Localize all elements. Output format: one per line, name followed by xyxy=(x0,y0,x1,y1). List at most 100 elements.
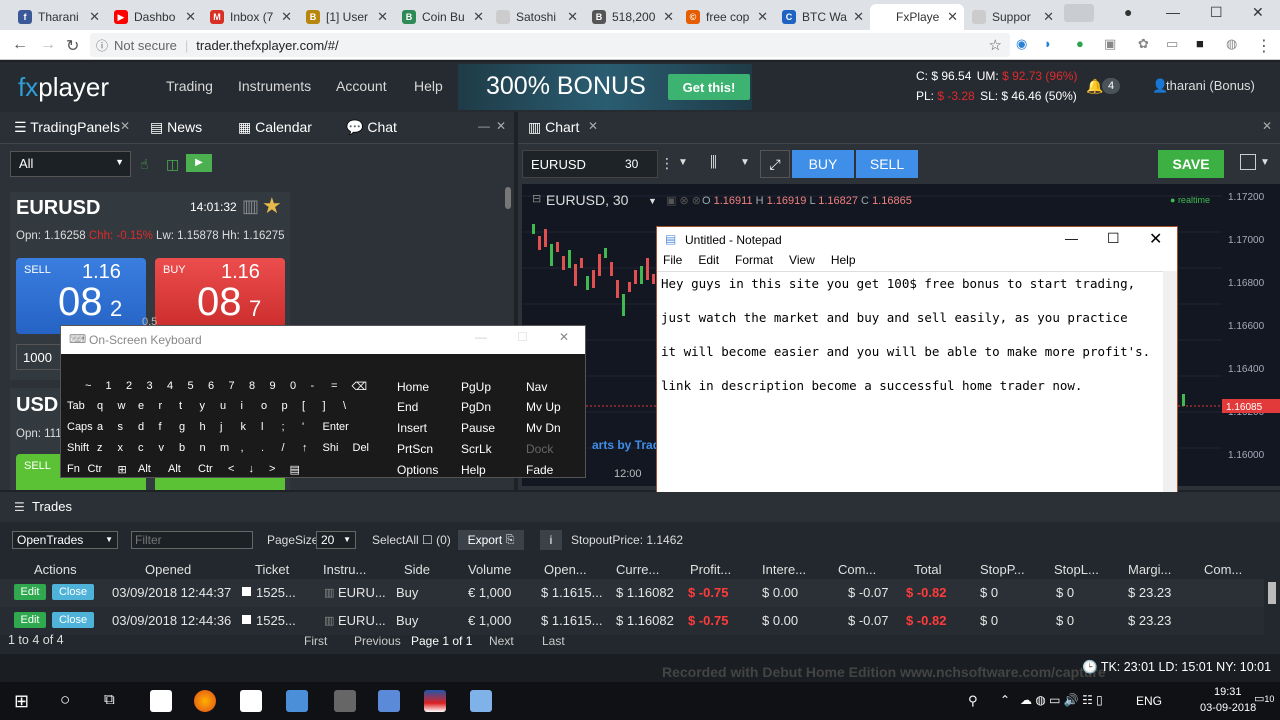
notepad-textarea[interactable]: Hey guys in this site you get 100$ free … xyxy=(657,271,1163,513)
column-header[interactable]: Instru... xyxy=(323,562,366,577)
scrollbar-thumb[interactable] xyxy=(505,187,511,209)
osk-key[interactable]: 3 xyxy=(147,380,153,392)
extension-icon-3[interactable]: ● xyxy=(1076,36,1084,51)
browser-tab[interactable]: Suppor ✕ xyxy=(966,4,1060,30)
osk-key[interactable]: ] xyxy=(323,400,326,412)
osk-nav-key[interactable]: ScrLk xyxy=(461,442,492,456)
osk-key[interactable]: c xyxy=(138,442,144,454)
tab-close-icon[interactable]: ✕ xyxy=(663,9,674,25)
trades-mode-select[interactable]: OpenTrades ▼ xyxy=(12,531,118,549)
legend-settings-icon[interactable]: ▣ ⊗ ⊗ xyxy=(666,194,701,207)
extension-icon-6[interactable]: ▭ xyxy=(1166,36,1178,52)
menu-instruments[interactable]: Instruments xyxy=(238,78,311,94)
osk-key[interactable]: y xyxy=(200,400,206,412)
osk-nav-key[interactable]: PgDn xyxy=(461,400,491,414)
osk-nav-key[interactable]: Nav xyxy=(526,380,547,394)
star-icon[interactable]: ★ xyxy=(262,193,282,219)
trades-scrollbar[interactable] xyxy=(1268,582,1276,604)
forward-icon[interactable]: → xyxy=(40,36,56,54)
osk-maximize-icon[interactable]: ☐ xyxy=(517,330,528,344)
browser-tab[interactable]: M Inbox (7 ✕ xyxy=(204,4,298,30)
browser-tab[interactable]: B 518,200 ✕ xyxy=(586,4,680,30)
osk-key[interactable]: 1 xyxy=(106,380,112,392)
osk-key[interactable]: Tab xyxy=(67,400,85,412)
export-button[interactable]: Export ⎘ xyxy=(458,530,524,550)
browser-tab[interactable]: B [1] User ✕ xyxy=(300,4,394,30)
osk-key[interactable]: v xyxy=(159,442,165,454)
reload-icon[interactable]: ↻ xyxy=(66,36,79,56)
notepad-taskbar-icon[interactable] xyxy=(470,690,492,712)
chart-tab-close-icon[interactable]: ✕ xyxy=(588,119,598,133)
minimize-icon[interactable]: — xyxy=(1166,4,1180,20)
user-name[interactable]: tharani (Bonus) xyxy=(1166,78,1255,93)
back-icon[interactable]: ← xyxy=(12,36,28,54)
extension-icon-8[interactable]: ◍ xyxy=(1226,36,1237,52)
pager-previous[interactable]: Previous xyxy=(354,634,401,648)
close-trade-button[interactable]: Close xyxy=(52,584,94,600)
notepad-titlebar[interactable]: ▤ Untitled - Notepad — ☐ ✕ xyxy=(657,227,1177,253)
osk-key[interactable]: ~ xyxy=(85,380,91,392)
osk-key[interactable]: j xyxy=(220,421,222,433)
extension-icon-2[interactable]: ◗ xyxy=(1044,36,1052,51)
osk-key[interactable]: l xyxy=(261,421,263,433)
osk-key[interactable]: Alt xyxy=(168,463,181,475)
tab-calendar[interactable]: ▦ Calendar xyxy=(238,119,312,136)
osk-key[interactable]: ⌫ xyxy=(352,380,368,393)
notepad-vscroll[interactable] xyxy=(1163,271,1177,513)
maximize-icon[interactable]: ☐ xyxy=(1210,4,1223,21)
osk-key[interactable]: Enter xyxy=(323,421,349,433)
chart-sell-button[interactable]: SELL xyxy=(856,150,918,178)
column-header[interactable]: Profit... xyxy=(690,562,731,577)
osk-key[interactable]: k xyxy=(241,421,247,433)
layout-chevron-icon[interactable]: ▼ xyxy=(1260,157,1270,168)
profile-icon[interactable]: ● xyxy=(1124,4,1132,20)
sell-button[interactable]: SELL 1.16 08 2 xyxy=(16,258,146,334)
osk-key[interactable]: r xyxy=(159,400,163,412)
osk-key[interactable]: Alt xyxy=(138,463,151,475)
osk-close-icon[interactable]: ✕ xyxy=(559,330,569,344)
column-header[interactable]: Margi... xyxy=(1128,562,1171,577)
osk-key[interactable]: ▤ xyxy=(290,463,300,476)
osk-key[interactable]: 5 xyxy=(188,380,194,392)
column-header[interactable]: Curre... xyxy=(616,562,659,577)
column-header[interactable]: Side xyxy=(404,562,430,577)
notepad-menu-file[interactable]: File xyxy=(663,253,682,271)
browser-tab[interactable]: Satoshi ✕ xyxy=(490,4,584,30)
app-icon[interactable] xyxy=(334,690,356,712)
osk-key[interactable]: Shi xyxy=(323,442,339,454)
osk-key[interactable]: = xyxy=(331,380,337,392)
osk-key[interactable]: ↓ xyxy=(249,463,255,475)
osk-key[interactable]: / xyxy=(282,442,285,454)
osk-nav-key[interactable]: Fade xyxy=(526,463,553,477)
osk-key[interactable]: o xyxy=(261,400,267,412)
notepad-close-icon[interactable]: ✕ xyxy=(1149,229,1162,249)
on-screen-keyboard-window[interactable]: ⌨ On-Screen Keyboard — ☐ ✕ ~1 2 3 4 5 6 7 8 9 0 - =… xyxy=(60,325,586,478)
osk-key[interactable]: w xyxy=(118,400,126,412)
legend-symbol[interactable]: EURUSD, 30 xyxy=(546,192,628,208)
column-header[interactable]: Com... xyxy=(1204,562,1242,577)
osk-nav-key[interactable]: Insert xyxy=(397,421,427,435)
legend-collapse-icon[interactable]: ⊟ xyxy=(532,192,541,205)
chart-panel-close-icon[interactable]: ✕ xyxy=(1262,119,1272,133)
layout-icon[interactable] xyxy=(1240,154,1256,170)
tab-close-icon[interactable]: ✕ xyxy=(473,9,484,25)
chart-symbol-select[interactable]: EURUSD 30 xyxy=(522,150,658,178)
instrument-filter-select[interactable]: All ▼ xyxy=(10,151,131,177)
osk-key[interactable]: ; xyxy=(282,421,285,433)
chart-icon[interactable]: ▥ xyxy=(242,196,259,217)
fxplayer-logo[interactable]: fxplayer xyxy=(18,72,109,103)
omnibox[interactable]: ⓘ Not secure | trader.thefxplayer.com/#/… xyxy=(90,33,1010,57)
osk-key[interactable]: Ctr xyxy=(198,463,213,475)
bonus-banner[interactable]: 300% BONUS Get this! xyxy=(458,64,752,110)
pager-last[interactable]: Last xyxy=(542,634,565,648)
tab-close-icon[interactable]: ✕ xyxy=(1043,9,1054,25)
row-checkbox[interactable] xyxy=(242,587,251,596)
osk-key[interactable]: i xyxy=(241,400,243,412)
osk-key[interactable]: u xyxy=(220,400,226,412)
language-indicator[interactable]: ENG xyxy=(1136,694,1162,708)
menu-icon[interactable]: ⋮ xyxy=(1256,36,1272,56)
play-icon[interactable]: ▶ xyxy=(186,154,212,172)
tab-close-icon[interactable]: ✕ xyxy=(567,9,578,25)
osk-key[interactable]: e xyxy=(138,400,144,412)
panel-minimize-icon[interactable]: — xyxy=(478,119,490,133)
